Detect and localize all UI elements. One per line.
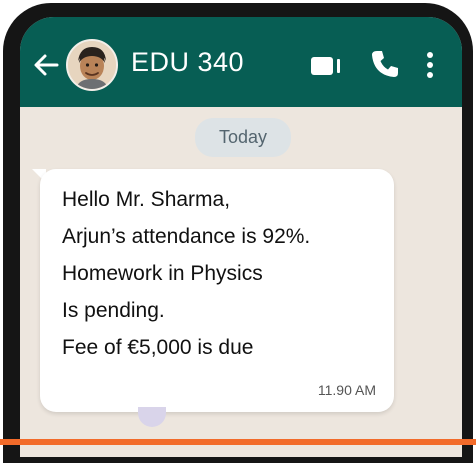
message-line: Homework in Physics: [62, 262, 263, 285]
more-vertical-icon[interactable]: [423, 51, 437, 79]
arrow-left-icon[interactable]: [33, 53, 59, 77]
message-line: Hello Mr. Sharma,: [62, 188, 231, 211]
contact-avatar-image: [68, 41, 116, 89]
phone-icon[interactable]: [370, 49, 400, 79]
date-separator: Today: [195, 118, 291, 157]
chat-header: EDU 340: [20, 17, 462, 107]
message-time: 11.90 AM: [317, 382, 376, 398]
incoming-message[interactable]: Hello Mr. Sharma, Arjun’s attendance is …: [40, 169, 394, 412]
phone-frame: EDU 340 Today Hello Mr. Sharma, Arjun’s …: [3, 3, 473, 463]
avatar[interactable]: [66, 39, 118, 91]
bottom-accent-bar: [0, 439, 476, 445]
chat-area[interactable]: Today Hello Mr. Sharma, Arjun’s attendan…: [20, 107, 462, 457]
message-line: Fee of €5,000 is due: [62, 336, 254, 359]
video-call-icon[interactable]: [310, 55, 344, 77]
message-line: Arjun’s attendance is 92%.: [62, 225, 311, 248]
chat-title[interactable]: EDU 340: [131, 47, 244, 78]
message-line: Is pending.: [62, 299, 165, 322]
chat-screen: EDU 340 Today Hello Mr. Sharma, Arjun’s …: [20, 17, 462, 457]
partial-button[interactable]: [138, 407, 166, 427]
